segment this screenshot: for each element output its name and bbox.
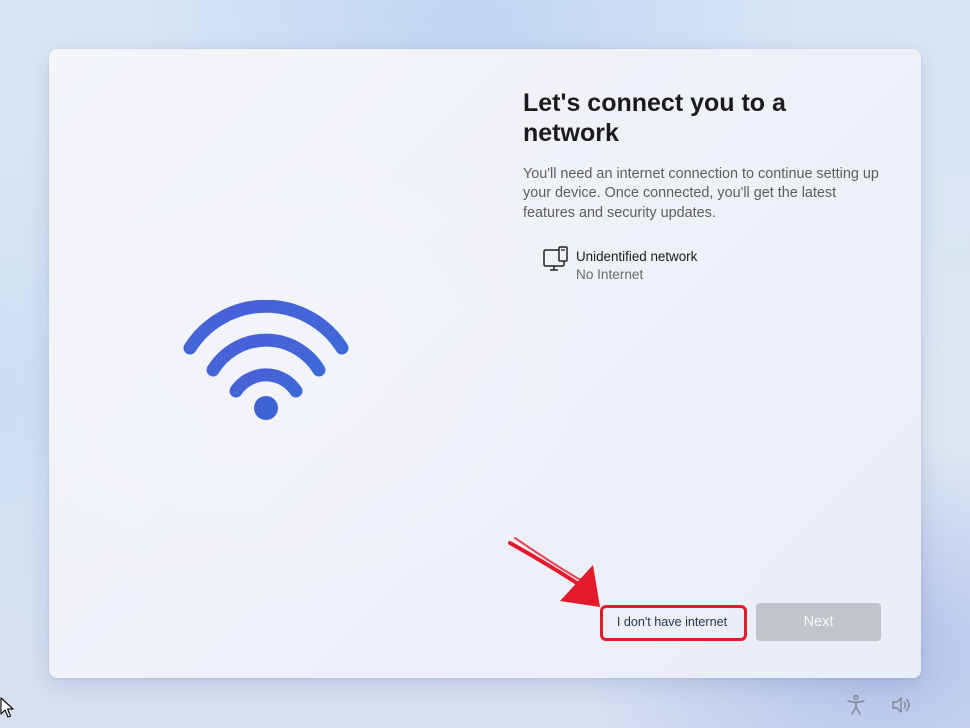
wifi-icon [183, 300, 349, 420]
network-name: Unidentified network [576, 249, 698, 264]
accessibility-icon[interactable] [845, 694, 867, 716]
mouse-cursor-icon [0, 697, 14, 718]
volume-icon[interactable] [890, 694, 912, 716]
network-list-item[interactable]: Unidentified network No Internet [540, 244, 760, 286]
network-status: No Internet [576, 267, 644, 282]
network-computer-icon [543, 246, 568, 271]
next-button[interactable]: Next [756, 603, 881, 641]
no-internet-button[interactable]: I don't have internet [604, 608, 740, 635]
page-title: Let's connect you to a network [523, 89, 786, 147]
page-description: You'll need an internet connection to co… [523, 166, 879, 221]
